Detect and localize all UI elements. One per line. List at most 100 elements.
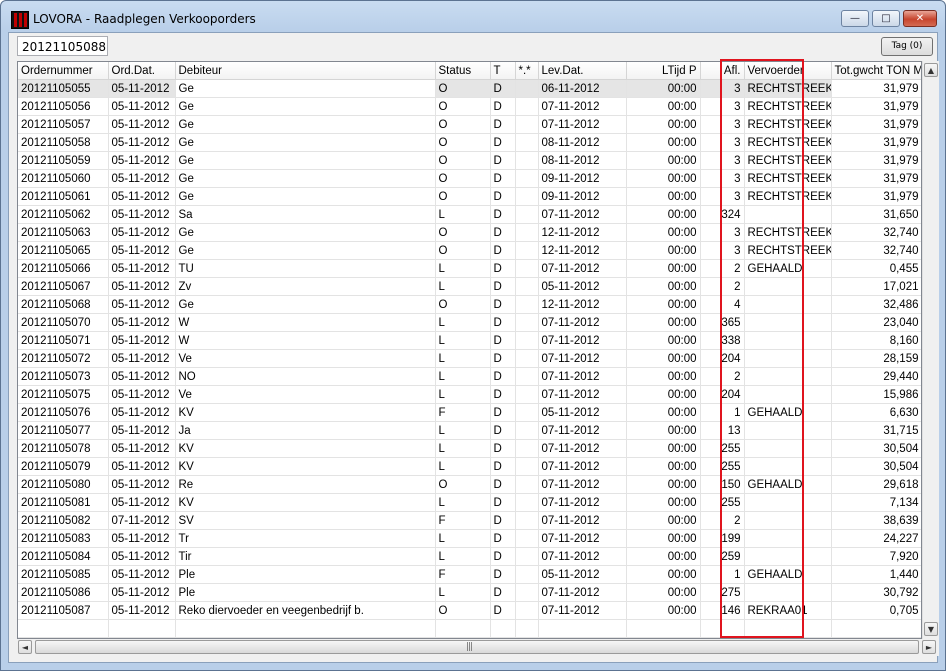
column-header[interactable]: Tot.gwcht TON M — [831, 62, 921, 80]
table-cell: GEHAALD — [744, 475, 832, 494]
table-cell: 20121105067 — [18, 277, 109, 296]
table-cell — [744, 439, 832, 458]
table-cell: 00:00 — [626, 241, 701, 260]
client-area: 20121105088 Tag (0) Ordernummer Ord.Dat. D… — [8, 32, 939, 663]
horizontal-scroll-thumb[interactable]: ||| — [35, 640, 919, 654]
table-cell: 3 — [700, 169, 745, 188]
title-bar[interactable]: LOVORA - Raadplegen Verkooporders — □ ✕ — [1, 1, 945, 33]
table-cell — [515, 529, 539, 548]
table-cell — [515, 97, 539, 116]
table-row[interactable]: 20121105084 05-11-2012 Tir L D 07-11-2012 00:0… — [18, 547, 921, 566]
table-row[interactable]: 20121105080 05-11-2012 Re O D 07-11-2012 00:00… — [18, 475, 921, 494]
table-row[interactable]: 20121105086 05-11-2012 Ple L D 07-11-2012 00:0… — [18, 583, 921, 602]
table-cell — [515, 313, 539, 332]
table-cell: 20121105086 — [18, 583, 109, 602]
column-header[interactable]: Vervoerder — [744, 62, 832, 80]
table-cell: 20121105065 — [18, 241, 109, 260]
table-row[interactable]: 20121105061 05-11-2012 Ge O D 09-11-2012 00:00… — [18, 187, 921, 206]
table-row[interactable]: 20121105068 05-11-2012 Ge O D 12-11-2012 00:00… — [18, 295, 921, 314]
table-cell: 00:00 — [626, 403, 701, 422]
vertical-scrollbar[interactable]: ▲ ▼ — [922, 61, 939, 639]
table-cell — [744, 295, 832, 314]
table-row[interactable]: 20121105076 05-11-2012 KV F D 05-11-2012 00:00… — [18, 403, 921, 422]
column-header[interactable]: *.* — [515, 62, 539, 80]
table-cell: 05-11-2012 — [108, 277, 176, 296]
table-cell: 20121105075 — [18, 385, 109, 404]
table-row[interactable]: 20121105058 05-11-2012 Ge O D 08-11-2012 00:00… — [18, 133, 921, 152]
table-cell: D — [490, 133, 516, 152]
table-row[interactable]: 20121105063 05-11-2012 Ge O D 12-11-2012 00:00… — [18, 223, 921, 242]
table-row[interactable]: 20121105055 05-11-2012 Ge O D 06-11-2012 00:00… — [18, 79, 921, 98]
table-cell: 05-11-2012 — [108, 421, 176, 440]
column-header[interactable]: LTijd P — [626, 62, 701, 80]
column-header[interactable]: Ordernummer — [18, 62, 109, 80]
table-cell — [515, 367, 539, 386]
table-row[interactable]: 20121105060 05-11-2012 Ge O D 09-11-2012 00:00… — [18, 169, 921, 188]
scroll-down-arrow-icon[interactable]: ▼ — [924, 622, 938, 636]
scroll-right-arrow-icon[interactable]: ► — [922, 640, 936, 654]
table-cell: O — [435, 133, 491, 152]
table-row[interactable]: 20121105085 05-11-2012 Ple F D 05-11-2012 00:0… — [18, 565, 921, 584]
table-row[interactable]: 20121105059 05-11-2012 Ge O D 08-11-2012 00:00… — [18, 151, 921, 170]
table-cell: 07-11-2012 — [538, 205, 627, 224]
table-cell — [538, 619, 627, 638]
table-row[interactable]: 20121105072 05-11-2012 Ve L D 07-11-2012 00:00… — [18, 349, 921, 368]
column-header[interactable]: T — [490, 62, 516, 80]
table-row[interactable]: 20121105057 05-11-2012 Ge O D 07-11-2012 00:00… — [18, 115, 921, 134]
table-row[interactable]: 20121105067 05-11-2012 Zv L D 05-11-2012 00:00… — [18, 277, 921, 296]
minimize-button[interactable]: — — [841, 10, 869, 27]
table-cell — [626, 619, 701, 638]
table-row[interactable]: 20121105078 05-11-2012 KV L D 07-11-2012 00:00… — [18, 439, 921, 458]
orders-grid[interactable]: Ordernummer Ord.Dat. Debiteur Status T *.* Lev… — [17, 61, 922, 639]
table-cell — [744, 385, 832, 404]
table-cell: D — [490, 313, 516, 332]
table-body: 20121105055 05-11-2012 Ge O D 06-11-2012 00:00… — [18, 79, 921, 638]
column-header[interactable]: Afl. — [700, 62, 745, 80]
table-cell: D — [490, 187, 516, 206]
tag-button[interactable]: Tag (0) — [881, 37, 933, 56]
table-cell: L — [435, 205, 491, 224]
table-cell: 00:00 — [626, 277, 701, 296]
table-cell: 13 — [700, 421, 745, 440]
table-cell: D — [490, 241, 516, 260]
table-row[interactable]: 20121105081 05-11-2012 KV L D 07-11-2012 00:00… — [18, 493, 921, 512]
table-row[interactable]: 20121105071 05-11-2012 W L D 07-11-2012 00:00 3… — [18, 331, 921, 350]
scroll-up-arrow-icon[interactable]: ▲ — [924, 63, 938, 77]
column-header[interactable]: Debiteur — [175, 62, 436, 80]
table-row[interactable]: 20121105070 05-11-2012 W L D 07-11-2012 00:00 3… — [18, 313, 921, 332]
table-row[interactable]: 20121105087 05-11-2012 Reko diervoeder en … — [18, 601, 921, 620]
table-cell: 20121105079 — [18, 457, 109, 476]
table-row[interactable]: 20121105073 05-11-2012 NO L D 07-11-2012 00:00… — [18, 367, 921, 386]
table-cell: 05-11-2012 — [108, 493, 176, 512]
close-button[interactable]: ✕ — [903, 10, 937, 27]
table-row[interactable]: 20121105056 05-11-2012 Ge O D 07-11-2012 00:00… — [18, 97, 921, 116]
table-cell: L — [435, 583, 491, 602]
table-row[interactable]: 20121105065 05-11-2012 Ge O D 12-11-2012 00:00… — [18, 241, 921, 260]
horizontal-scrollbar[interactable]: ◄ ||| ► — [17, 639, 939, 656]
table-cell: 20121105076 — [18, 403, 109, 422]
table-row[interactable]: 20121105062 05-11-2012 Sa L D 07-11-2012 00:00… — [18, 205, 921, 224]
table-cell: 05-11-2012 — [108, 547, 176, 566]
column-header[interactable]: Status — [435, 62, 491, 80]
column-header[interactable]: Lev.Dat. — [538, 62, 627, 80]
table-row[interactable]: 20121105077 05-11-2012 Ja L D 07-11-2012 00:00… — [18, 421, 921, 440]
table-cell: L — [435, 259, 491, 278]
maximize-button[interactable]: □ — [872, 10, 900, 27]
table-cell: 31,979 — [831, 169, 921, 188]
order-number-input[interactable]: 20121105088 — [17, 36, 108, 56]
table-cell — [18, 619, 109, 638]
table-cell: 23,040 — [831, 313, 921, 332]
table-row[interactable]: 20121105083 05-11-2012 Tr L D 07-11-2012 00:00… — [18, 529, 921, 548]
table-cell: REKRAA01 — [744, 601, 832, 620]
table-cell: 324 — [700, 205, 745, 224]
scroll-left-arrow-icon[interactable]: ◄ — [18, 640, 32, 654]
table-row[interactable]: 20121105082 07-11-2012 SV F D 07-11-2012 00:00… — [18, 511, 921, 530]
table-row[interactable]: 20121105079 05-11-2012 KV L D 07-11-2012 00:00… — [18, 457, 921, 476]
table-cell: RECHTSTREEK — [744, 133, 832, 152]
table-cell: 07-11-2012 — [538, 457, 627, 476]
table-cell: Re — [175, 475, 436, 494]
table-cell: 07-11-2012 — [538, 475, 627, 494]
table-row[interactable]: 20121105066 05-11-2012 TU L D 07-11-2012 00:00… — [18, 259, 921, 278]
column-header[interactable]: Ord.Dat. — [108, 62, 176, 80]
table-row[interactable]: 20121105075 05-11-2012 Ve L D 07-11-2012 00:00… — [18, 385, 921, 404]
